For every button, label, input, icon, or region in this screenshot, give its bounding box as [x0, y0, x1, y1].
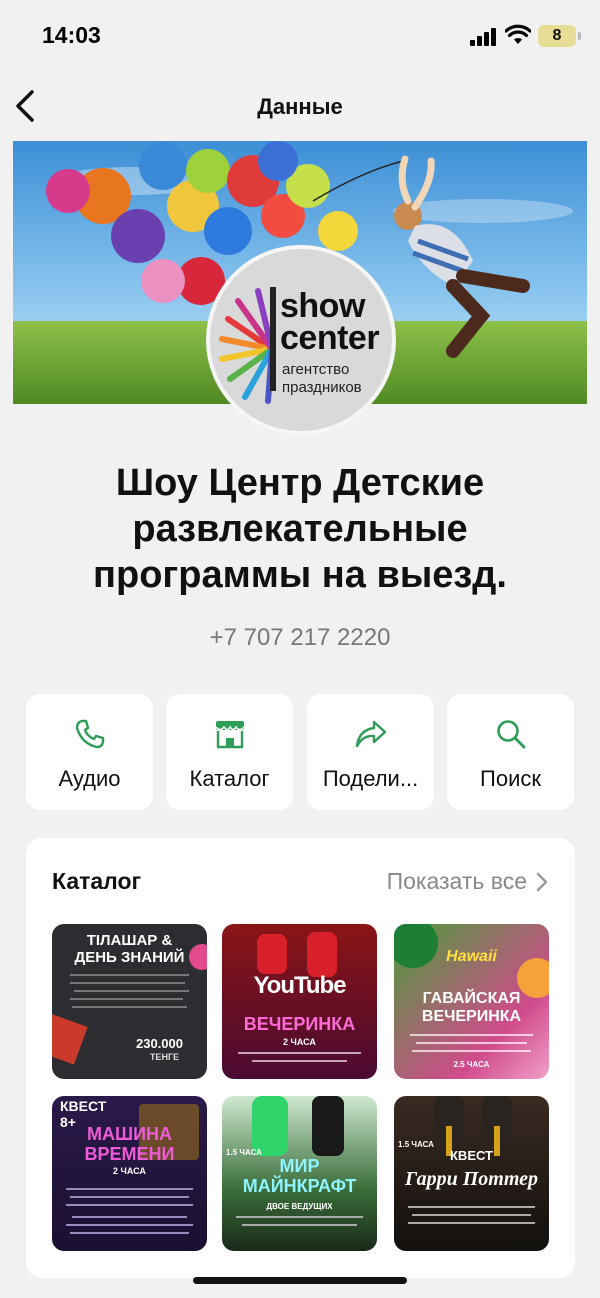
catalog-item[interactable]: КВЕСТ 8+ МАШИНА ВРЕМЕНИ 2 ЧАСА — [52, 1096, 207, 1251]
catalog-item-title: Гарри Поттер — [405, 1168, 538, 1190]
catalog-item-brand: YouTube — [253, 972, 346, 999]
nav-bar: Данные — [0, 72, 600, 138]
store-icon — [214, 721, 245, 749]
catalog-item[interactable]: 1.5 ЧАСА КВЕСТ Гарри Поттер — [394, 1096, 549, 1251]
business-name-line: программы на выезд. — [93, 554, 507, 596]
logo-text-center: center — [280, 319, 380, 357]
catalog-item-duration: 2 ЧАСА — [113, 1166, 146, 1176]
catalog-item-price: 230.000 — [136, 1036, 183, 1051]
battery-icon: 8 — [538, 25, 576, 47]
catalog-item-title: ГАВАЙСКАЯ ВЕЧЕРИНКА — [421, 990, 522, 1025]
action-label: Аудио — [58, 766, 121, 791]
catalog-item-title: МАШИНА ВРЕМЕНИ — [84, 1124, 175, 1164]
home-indicator[interactable] — [193, 1277, 407, 1284]
catalog-item-title: МИР МАЙНКРАФТ — [242, 1156, 357, 1196]
status-time: 14:03 — [42, 22, 101, 48]
business-name-line: развлекательные — [132, 508, 468, 550]
catalog-item-badge: КВЕСТ — [450, 1148, 493, 1163]
share-icon — [355, 720, 386, 748]
catalog-item[interactable]: ТІЛАШАР & ДЕНЬ ЗНАНИЙ 230.000 ТЕНГЕ — [52, 924, 207, 1079]
catalog-title: Каталог — [52, 868, 142, 894]
show-all-link[interactable]: Показать все — [387, 868, 549, 895]
action-label: Каталог — [189, 766, 270, 791]
logo-text-agency: агентство — [282, 361, 350, 378]
action-label: Поиск — [480, 766, 541, 791]
business-logo: show center агентство праздников — [206, 245, 396, 435]
business-name: Шоу Центр Детские развлекательные програ… — [20, 460, 580, 598]
catalog-item-currency: ТЕНГЕ — [149, 1052, 180, 1062]
logo-text-holidays: праздников — [282, 379, 362, 396]
action-bar: Аудио Каталог Подели... Поиск — [26, 694, 575, 810]
audio-button[interactable]: Аудио — [26, 694, 153, 810]
action-label: Подели... — [322, 766, 419, 791]
share-button[interactable]: Подели... — [307, 694, 434, 810]
search-button[interactable]: Поиск — [447, 694, 574, 810]
battery-tip — [578, 32, 581, 40]
status-bar: 14:03 8 — [0, 0, 600, 72]
wifi-icon — [504, 24, 532, 51]
catalog-item[interactable]: YouTube ВЕЧЕРИНКА 2 ЧАСА — [222, 924, 377, 1079]
signal-icon — [470, 28, 498, 46]
catalog-item[interactable]: Hawaii ГАВАЙСКАЯ ВЕЧЕРИНКА 2.5 ЧАСА — [394, 924, 549, 1079]
chevron-right-icon — [536, 872, 548, 891]
business-phone[interactable]: +7 707 217 2220 — [0, 624, 600, 652]
business-name-line: Шоу Центр Детские — [115, 462, 485, 504]
phone-icon — [75, 719, 104, 749]
catalog-item-duration: 2 ЧАСА — [283, 1037, 316, 1047]
catalog-item-brand: Hawaii — [446, 948, 497, 965]
page-title: Данные — [257, 94, 343, 119]
catalog-item-title: ТІЛАШАР & ДЕНЬ ЗНАНИЙ — [74, 932, 185, 966]
catalog-item-title: ВЕЧЕРИНКА — [243, 1014, 356, 1034]
catalog-button[interactable]: Каталог — [166, 694, 293, 810]
catalog-section: Каталог Показать все ТІЛАШАР & ДЕНЬ ЗНАН… — [26, 838, 575, 1278]
catalog-item-duration: 2.5 ЧАСА — [453, 1060, 490, 1069]
catalog-item[interactable]: 1.5 ЧАСА МИР МАЙНКРАФТ ДВОЕ ВЕДУЩИХ — [222, 1096, 377, 1251]
catalog-item-subtitle: ДВОЕ ВЕДУЩИХ — [266, 1202, 333, 1211]
show-all-label: Показать все — [386, 868, 527, 894]
search-icon — [496, 720, 525, 749]
